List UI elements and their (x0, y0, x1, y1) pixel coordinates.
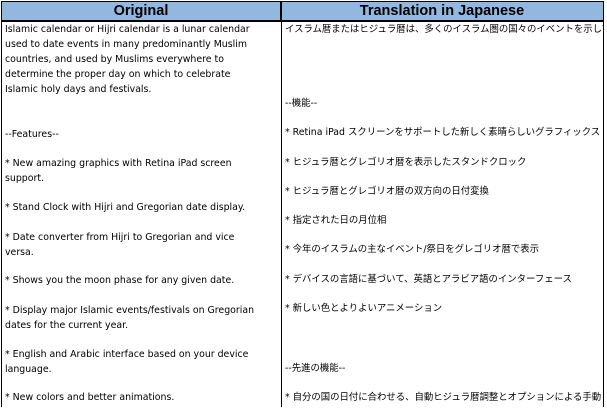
original-feature-clock: * Stand Clock with Hijri and Gregorian d… (5, 202, 246, 213)
translation-feature-events: * 今年のイスラムの主なイベント/祭日をグレゴリオ暦で表示 (285, 244, 540, 255)
translation-feature-graphics: * Retina iPad スクリーンをサポートした新しく素晴らしいグラフィック… (285, 127, 601, 138)
translation-feature-clock: * ヒジュラ暦とグレゴリオ暦を表示したスタンドクロック (285, 157, 527, 168)
translation-advanced-adjustment: * 自分の国の日付に合わせる、自動ヒジュラ暦調整とオプションによる手動ヒ (285, 392, 603, 403)
original-feature-language: * English and Arabic interface based on … (5, 349, 249, 375)
original-feature-colors: * New colors and better animations. (5, 392, 175, 403)
original-intro: Islamic calendar or Hijri calendar is a … (5, 24, 250, 95)
translation-advanced-heading: --先進の機能-- (285, 363, 346, 374)
column-divider (281, 1, 282, 407)
translation-table: Original Translation in Japanese Islamic… (1, 1, 604, 407)
header-original: Original (2, 1, 281, 22)
translation-feature-colors: * 新しい色とよりよいアニメーション (285, 303, 443, 314)
original-feature-graphics: * New amazing graphics with Retina iPad … (5, 158, 232, 184)
translation-feature-converter: * ヒジュラ暦とグレゴリオ暦の双方向の日付変換 (285, 186, 489, 197)
translation-intro: イスラム暦またはヒジュラ暦は、多くのイスラム圏の国々のイベントを示している太 陰… (285, 24, 603, 35)
original-feature-converter: * Date converter from Hijri to Gregorian… (5, 232, 235, 258)
original-features-heading: --Features-- (5, 129, 59, 140)
original-feature-moon-phase: * Shows you the moon phase for any given… (5, 275, 235, 286)
translation-features-heading: --機能-- (285, 98, 318, 109)
header-translation: Translation in Japanese (281, 1, 603, 22)
translation-feature-language: * デバイスの言語に基づいて、英語とアラビア語のインターフェース (285, 274, 572, 285)
original-feature-events: * Display major Islamic events/festivals… (5, 305, 255, 331)
translation-feature-moon-phase: * 指定された日の月位相 (285, 215, 387, 226)
